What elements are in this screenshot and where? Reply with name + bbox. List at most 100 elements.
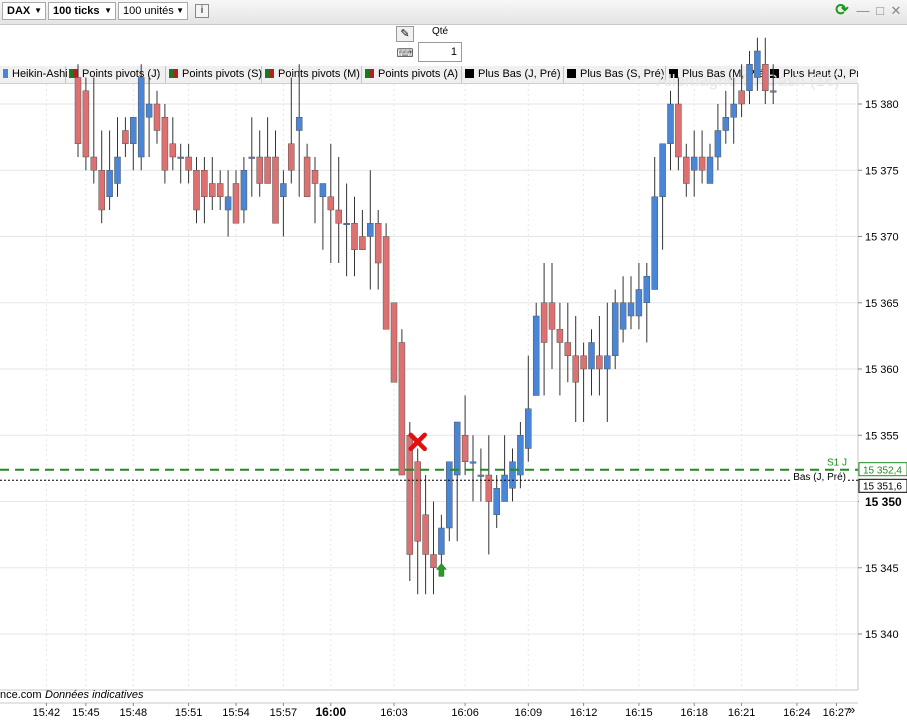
- candle-body[interactable]: [453, 421, 461, 476]
- candle-body[interactable]: [469, 461, 477, 464]
- candle-body[interactable]: [303, 156, 311, 197]
- candle-body[interactable]: [343, 223, 350, 225]
- candle-body[interactable]: [311, 170, 319, 184]
- x-tick-label: 16:24: [783, 707, 811, 719]
- candle-body[interactable]: [414, 461, 421, 542]
- candle-body[interactable]: [588, 342, 595, 370]
- candle-body[interactable]: [714, 130, 722, 158]
- candle-body[interactable]: [501, 474, 508, 502]
- candle-body[interactable]: [374, 223, 382, 264]
- candle-body[interactable]: [556, 329, 564, 343]
- candle-body[interactable]: [201, 170, 208, 197]
- candle-body[interactable]: [746, 64, 753, 91]
- candle-body[interactable]: [430, 554, 437, 568]
- candle-body[interactable]: [572, 355, 579, 383]
- candle-body[interactable]: [477, 474, 485, 477]
- candle-body[interactable]: [169, 143, 177, 158]
- candle-body[interactable]: [382, 236, 390, 330]
- candle-body[interactable]: [280, 183, 287, 197]
- scroll-right-icon[interactable]: »: [848, 702, 855, 717]
- candle-body[interactable]: [137, 77, 145, 158]
- candle-body[interactable]: [635, 289, 643, 317]
- candle-body[interactable]: [683, 156, 690, 184]
- candle-body[interactable]: [288, 143, 295, 171]
- current-price-label: 15 350: [865, 495, 902, 509]
- candle-body[interactable]: [580, 355, 587, 370]
- candle-body[interactable]: [485, 474, 493, 502]
- x-tick-label: 15:42: [33, 707, 61, 719]
- candle-body[interactable]: [540, 302, 548, 343]
- candle-body[interactable]: [406, 435, 414, 555]
- candle-body[interactable]: [730, 103, 737, 118]
- candle-body[interactable]: [74, 77, 82, 144]
- candle-body[interactable]: [532, 315, 540, 396]
- candle-body[interactable]: [461, 435, 469, 462]
- candle-body[interactable]: [272, 156, 279, 224]
- candle-body[interactable]: [643, 276, 651, 303]
- candle-body[interactable]: [240, 170, 248, 211]
- candle-body[interactable]: [319, 183, 327, 197]
- x-tick-label: 16:15: [625, 707, 653, 719]
- candle-body[interactable]: [248, 156, 256, 159]
- candle-body[interactable]: [667, 103, 674, 144]
- candle-body[interactable]: [153, 103, 161, 131]
- candle-body[interactable]: [604, 355, 611, 370]
- candle-body[interactable]: [359, 236, 366, 250]
- candle-body[interactable]: [122, 130, 129, 144]
- candle-body[interactable]: [193, 170, 200, 211]
- candle-body[interactable]: [722, 117, 730, 131]
- y-tick-label: 15 370: [865, 232, 899, 244]
- candle-body[interactable]: [256, 156, 263, 184]
- candle-body[interactable]: [185, 156, 192, 171]
- candle-body[interactable]: [659, 143, 666, 197]
- candle-body[interactable]: [651, 196, 658, 290]
- candle-body[interactable]: [564, 342, 572, 356]
- candle-body[interactable]: [209, 183, 216, 197]
- candle-body[interactable]: [548, 302, 556, 330]
- candle-body[interactable]: [762, 64, 769, 91]
- candle-body[interactable]: [98, 170, 105, 211]
- candle-body[interactable]: [216, 183, 224, 197]
- candle-body[interactable]: [493, 488, 500, 515]
- candle-body[interactable]: [738, 90, 745, 105]
- candle-body[interactable]: [596, 355, 603, 370]
- x-tick-label: 15:57: [270, 707, 298, 719]
- candle-body[interactable]: [754, 50, 761, 78]
- y-tick-label: 15 345: [865, 563, 899, 575]
- candle-body[interactable]: [706, 156, 714, 184]
- candle-body[interactable]: [611, 302, 619, 356]
- candle-body[interactable]: [390, 302, 398, 383]
- candle-body[interactable]: [90, 156, 98, 171]
- candle-body[interactable]: [398, 342, 406, 476]
- candle-body[interactable]: [335, 209, 342, 224]
- price-chart[interactable]: Allemagne 30 Cash (1€)15 34015 34515 350…: [0, 0, 907, 720]
- candle-body[interactable]: [525, 408, 532, 449]
- candle-body[interactable]: [130, 117, 137, 144]
- candle-body[interactable]: [422, 514, 429, 555]
- candle-body[interactable]: [327, 196, 335, 211]
- candle-body[interactable]: [690, 156, 698, 171]
- candle-body[interactable]: [769, 90, 777, 93]
- candle-body[interactable]: [232, 183, 240, 224]
- candle-body[interactable]: [446, 461, 453, 529]
- candle-body[interactable]: [438, 527, 445, 555]
- candle-body[interactable]: [619, 302, 627, 330]
- candle-body[interactable]: [161, 117, 169, 171]
- y-tick-label: 15 375: [865, 165, 899, 177]
- candle-body[interactable]: [367, 223, 374, 237]
- y-tick-label: 15 360: [865, 364, 899, 376]
- candle-body[interactable]: [509, 461, 516, 489]
- candle-body[interactable]: [106, 170, 113, 197]
- candle-body[interactable]: [351, 223, 358, 250]
- candle-body[interactable]: [675, 103, 682, 158]
- candle-body[interactable]: [224, 196, 232, 211]
- candle-body[interactable]: [627, 302, 635, 317]
- candle-body[interactable]: [177, 156, 184, 159]
- candle-body[interactable]: [295, 117, 303, 131]
- candle-body[interactable]: [145, 103, 153, 118]
- candle-body[interactable]: [698, 156, 706, 171]
- candle-body[interactable]: [264, 156, 271, 184]
- candle-body[interactable]: [114, 156, 121, 184]
- x-tick-label: 15:54: [222, 707, 250, 719]
- candle-body[interactable]: [82, 90, 90, 158]
